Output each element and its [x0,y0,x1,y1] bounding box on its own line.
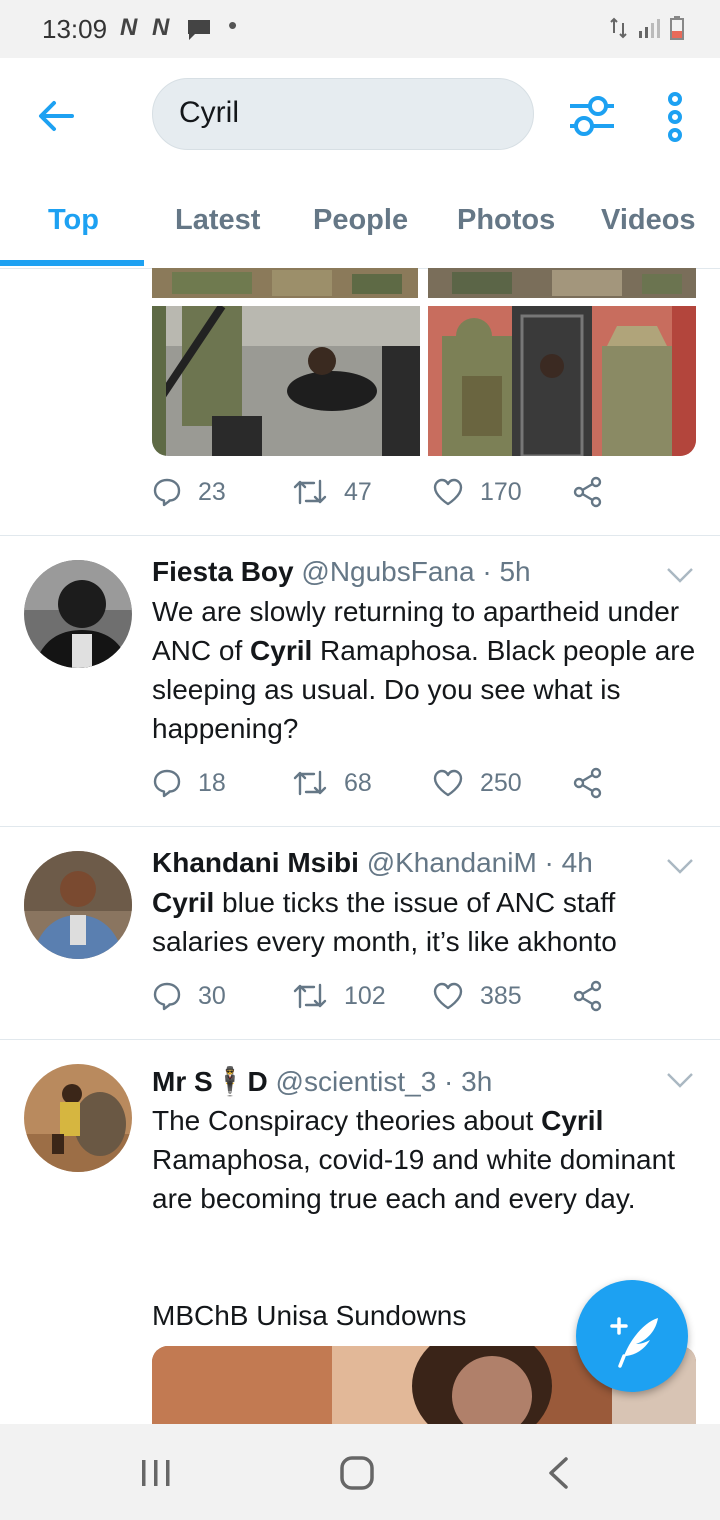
like-count: 385 [480,981,522,1010]
reply-button[interactable]: 18 [152,768,292,798]
avatar-photo [24,851,132,959]
search-term-highlight: Cyril [152,887,215,918]
share-button[interactable] [572,767,712,799]
heart-icon [433,478,463,506]
system-nav-bar [0,1424,720,1520]
like-count: 170 [480,477,522,506]
avatar[interactable] [24,851,132,959]
reply-count: 30 [198,981,226,1010]
avatar[interactable] [24,560,132,668]
avatar[interactable] [24,1064,132,1172]
vertical-dots-icon [668,92,682,142]
retweet-icon [293,479,327,505]
tweet-text: We are slowly returning to apartheid und… [152,592,697,748]
search-input[interactable] [177,95,511,131]
tab-photos[interactable]: Photos [457,204,555,237]
share-button[interactable] [572,980,712,1012]
tweet-divider [0,535,720,536]
reply-count: 23 [198,477,226,506]
battery-icon [670,16,684,40]
heart-icon [433,982,463,1010]
compose-feather-icon [610,1317,658,1368]
notification-icons: N N [120,14,174,41]
more-options-button[interactable] [664,92,686,142]
retweet-icon [293,770,327,796]
tweet-header: Khandani Msibi @KhandaniM · 4h [152,847,593,879]
share-icon [573,767,602,799]
retweet-button[interactable]: 102 [292,981,432,1011]
back-button[interactable] [36,96,76,136]
retweet-button[interactable]: 47 [292,477,432,507]
search-term-highlight: Cyril [541,1105,604,1136]
system-back-icon[interactable] [546,1456,570,1490]
retweet-count: 68 [344,768,372,797]
chevron-down-icon[interactable] [666,857,694,875]
tweet-header: Fiesta Boy @NgubsFana · 5h [152,556,531,588]
reply-count: 18 [198,768,226,797]
compose-tweet-button[interactable] [576,1280,688,1392]
tweet-divider [0,1039,720,1040]
recent-apps-icon[interactable] [140,1458,172,1488]
avatar-photo [24,1064,132,1172]
tab-videos[interactable]: Videos [601,204,696,237]
like-button[interactable]: 250 [432,768,572,798]
chevron-down-icon[interactable] [666,566,694,584]
chevron-down-icon[interactable] [666,1071,694,1089]
like-count: 250 [480,768,522,797]
status-time: 13:09 [42,14,108,44]
back-arrow-icon [39,101,74,131]
more-notifications-dot: • [228,10,238,40]
filter-sliders-icon [570,96,614,136]
tab-top[interactable]: Top [48,204,99,237]
status-bar: 13:09 N N • [0,0,720,58]
share-icon [573,980,602,1012]
reply-icon [153,769,181,798]
tweet-handle-time[interactable]: @KhandaniM · 4h [367,847,593,878]
reply-icon [153,478,181,507]
tweet-actions: 23 47 170 [152,476,712,508]
tweet-header: Mr S🕴D @scientist_3 · 3h [152,1065,492,1098]
signal-icon [639,19,660,38]
tweet-text: The Conspiracy theories about Cyril Rama… [152,1101,697,1218]
data-arrows-icon [610,17,627,39]
tweet-author-name[interactable]: Mr S🕴D [152,1066,268,1097]
tweet-handle-time[interactable]: @scientist_3 · 3h [276,1066,493,1097]
chat-icon [186,18,212,47]
reply-button[interactable]: 23 [152,477,292,507]
tweet-text-after: blue ticks the issue of ANC staff salari… [152,887,617,957]
tweet-divider [0,826,720,827]
tweet-media-grid[interactable] [152,306,696,456]
search-header: Top Latest People Photos Videos [0,58,720,269]
search-tabs: Top Latest People Photos Videos [0,188,720,269]
retweet-count: 47 [344,477,372,506]
tweet-media-top[interactable] [152,268,696,298]
avatar-photo [24,560,132,668]
tweet-actions: 30 102 385 [152,980,712,1012]
home-icon[interactable] [340,1456,374,1490]
tweet-handle-time[interactable]: @NgubsFana · 5h [301,556,530,587]
retweet-icon [293,983,327,1009]
tweet-text-after: Ramaphosa, covid-19 and white dominant a… [152,1144,675,1214]
tweet-text-before: The Conspiracy theories about [152,1105,542,1136]
search-filter-button[interactable] [568,94,616,138]
tweet-feed[interactable]: 23 47 170 Fiesta Boy @NgubsFana · 5h We … [0,268,720,1424]
tweet-actions: 18 68 250 [152,767,712,799]
reply-button[interactable]: 30 [152,981,292,1011]
like-button[interactable]: 385 [432,981,572,1011]
search-box[interactable] [152,78,534,150]
search-term-highlight: Cyril [250,635,313,666]
retweet-button[interactable]: 68 [292,768,432,798]
retweet-count: 102 [344,981,386,1010]
tab-people[interactable]: People [313,204,408,237]
tweet-author-name[interactable]: Fiesta Boy [152,556,294,587]
tweet-author-name[interactable]: Khandani Msibi [152,847,359,878]
active-tab-indicator [0,260,144,266]
like-button[interactable]: 170 [432,477,572,507]
share-button[interactable] [572,476,712,508]
tab-latest[interactable]: Latest [175,204,260,237]
reply-icon [153,982,181,1011]
share-icon [573,476,602,508]
tweet-text: Cyril blue ticks the issue of ANC staff … [152,883,697,961]
heart-icon [433,769,463,797]
